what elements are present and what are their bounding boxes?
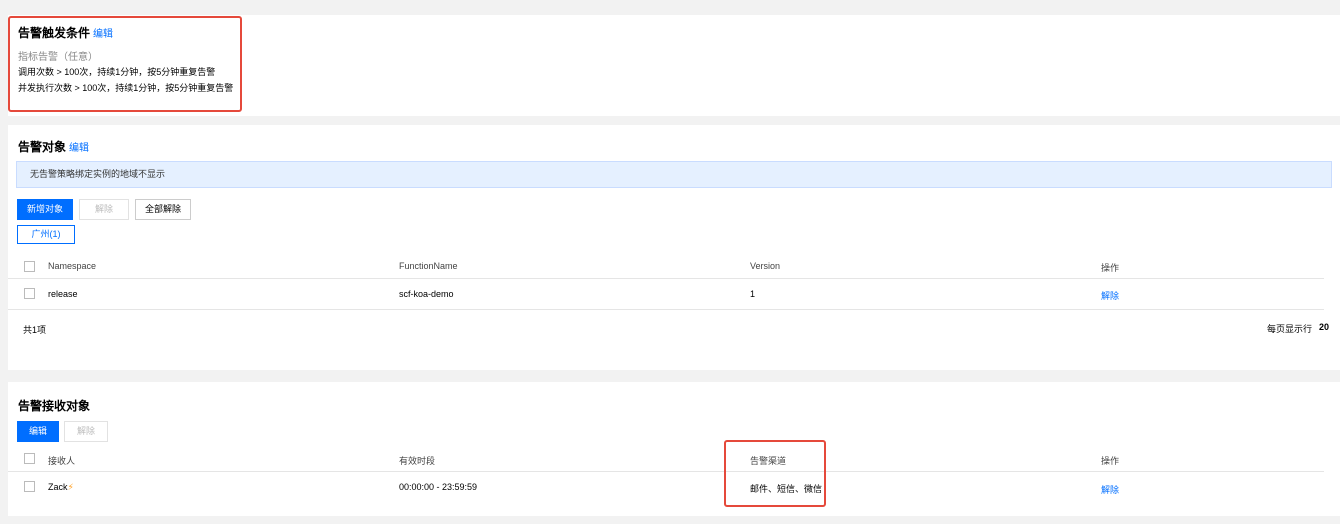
header-divider <box>8 278 1324 279</box>
row-checkbox[interactable] <box>24 288 35 299</box>
row-function: scf-koa-demo <box>399 289 454 299</box>
row-divider <box>8 309 1324 310</box>
unbind-all-button[interactable]: 全部解除 <box>135 199 191 220</box>
objects-title-text: 告警对象 <box>18 140 67 154</box>
row-version: 1 <box>750 289 756 299</box>
objects-edit-link[interactable]: 编辑 <box>69 143 89 154</box>
col-action: 操作 <box>1101 263 1120 273</box>
receiver-unbind-link[interactable]: 解除 <box>1101 483 1119 496</box>
lightning-icon: ⚡ <box>67 482 74 492</box>
receiver-row-checkbox[interactable] <box>24 481 35 492</box>
add-object-button[interactable]: 新增对象 <box>17 199 73 220</box>
col-receiver-action: 操作 <box>1101 456 1120 466</box>
row-unbind-link[interactable]: 解除 <box>1101 289 1119 302</box>
receivers-select-all-checkbox[interactable] <box>24 453 35 464</box>
receiver-name-cell: Zack⚡ <box>48 482 74 493</box>
trigger-highlight-box <box>8 16 242 112</box>
alarm-objects-card: 告警对象 编辑 无告警策略绑定实例的地域不显示 新增对象 解除 全部解除 广州(1… <box>8 125 1340 370</box>
channels-highlight-box <box>724 440 826 507</box>
col-namespace: Namespace <box>48 261 97 271</box>
receivers-header-divider <box>8 471 1324 472</box>
receivers-title: 告警接收对象 <box>18 399 91 413</box>
receiver-period: 00:00:00 - 23:59:59 <box>399 482 478 492</box>
row-namespace: release <box>48 289 78 299</box>
region-notice: 无告警策略绑定实例的地域不显示 <box>16 161 1332 188</box>
receiver-name: Zack <box>48 482 68 492</box>
receivers-unbind-button[interactable]: 解除 <box>64 421 108 442</box>
total-count: 共1项 <box>23 325 47 335</box>
select-all-checkbox[interactable] <box>24 261 35 272</box>
objects-title: 告警对象 编辑 <box>18 138 89 155</box>
unbind-button[interactable]: 解除 <box>79 199 129 220</box>
col-version: Version <box>750 261 781 271</box>
region-tab-guangzhou[interactable]: 广州(1) <box>17 225 75 244</box>
per-page-value[interactable]: 20 <box>1319 322 1329 332</box>
alarm-receivers-card: 告警接收对象 编辑 解除 接收人 有效时段 告警渠道 操作 Zack⚡ 00:0… <box>8 382 1340 516</box>
col-period: 有效时段 <box>399 456 436 466</box>
col-functionname: FunctionName <box>399 261 458 271</box>
col-receiver: 接收人 <box>48 456 76 466</box>
receivers-edit-button[interactable]: 编辑 <box>17 421 59 442</box>
per-page-label: 每页显示行 <box>1267 324 1313 334</box>
